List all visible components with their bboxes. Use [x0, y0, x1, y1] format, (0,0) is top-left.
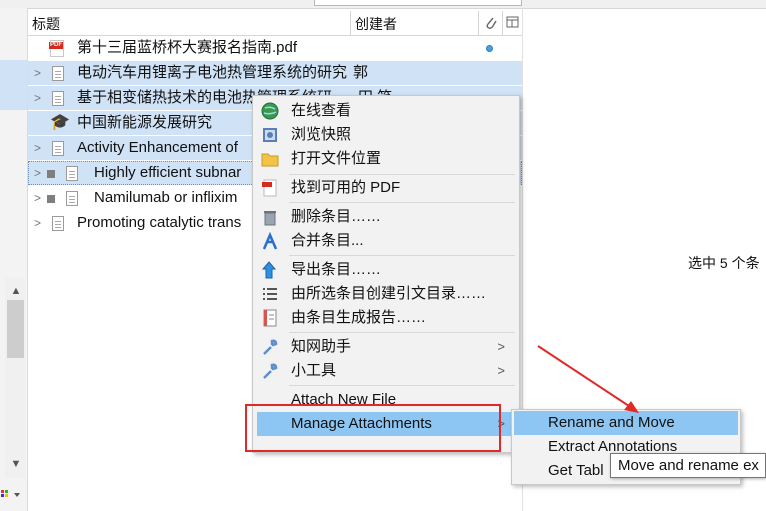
attachment-dot-icon [486, 45, 493, 52]
wrench-icon [263, 339, 278, 355]
column-creator[interactable]: 创建者 [355, 14, 397, 34]
item-title: 中国新能源发展研究 [77, 114, 213, 131]
tag-selector-icon[interactable] [0, 486, 24, 504]
item-title: Activity Enhancement of [77, 139, 238, 156]
menu-item-delete[interactable]: 删除条目…… [253, 205, 519, 229]
color-tag-icon [47, 195, 55, 203]
item-title: Promoting catalytic trans [77, 214, 242, 231]
selection-count-label: 选中 5 个条 [688, 255, 760, 271]
search-box[interactable] [314, 0, 522, 6]
document-icon [52, 216, 64, 231]
scroll-down-icon[interactable]: ▼ [6, 455, 26, 473]
trash-icon [264, 211, 276, 226]
chevron-right-icon[interactable]: > [34, 161, 44, 185]
menu-item-generate-report[interactable]: 由条目生成报告…… [253, 306, 519, 330]
column-picker-icon[interactable] [506, 16, 520, 30]
item-title: Namilumab or inflixim [94, 189, 238, 206]
menu-item-export[interactable]: 导出条目…… [253, 258, 519, 282]
collection-scrollbar-thumb[interactable] [7, 300, 24, 358]
wrench-icon [263, 363, 278, 379]
chevron-right-icon[interactable]: > [34, 86, 44, 110]
menu-item-find-pdf[interactable]: 找到可用的 PDF [253, 176, 519, 200]
menu-item-open-location[interactable]: 打开文件位置 [253, 147, 519, 171]
item-title: Highly efficient subnar [94, 164, 242, 181]
context-menu: 在线查看 浏览快照 打开文件位置 找到可用的 PDF 删除条目…… 合并条目..… [252, 95, 520, 453]
menu-item-view-snapshot[interactable]: 浏览快照 [253, 123, 519, 147]
item-row[interactable]: > 电动汽车用锂离子电池热管理系统的研究 郭 [28, 61, 522, 85]
item-title: 第十三届蓝桥杯大赛报名指南.pdf [77, 39, 298, 56]
thesis-icon: 🎓 [50, 114, 70, 131]
color-tag-icon [47, 170, 55, 178]
item-creator: 郭 [353, 64, 369, 81]
snapshot-icon [263, 128, 277, 142]
folder-icon [261, 153, 279, 167]
document-icon [52, 66, 64, 81]
document-icon [52, 141, 64, 156]
chevron-right-icon[interactable]: > [34, 136, 44, 160]
annotation-arrow [537, 345, 639, 413]
attachment-column-icon[interactable] [484, 15, 498, 31]
chevron-right-icon[interactable]: > [34, 211, 44, 235]
menu-item-merge[interactable]: 合并条目... [253, 229, 519, 253]
chevron-right-icon[interactable]: > [34, 186, 44, 210]
annotation-highlight-box [245, 404, 501, 452]
list-icon [263, 288, 277, 300]
document-icon [66, 166, 78, 181]
globe-icon [261, 102, 279, 120]
export-arrow-icon [261, 261, 277, 279]
pdf-icon [262, 179, 277, 197]
menu-item-create-bibliography[interactable]: 由所选条目创建引文目录…… [253, 282, 519, 306]
pdf-icon: PDF [49, 40, 64, 57]
column-title[interactable]: 标题 [32, 14, 60, 34]
tooltip: Move and rename ex [610, 453, 766, 478]
merge-icon [262, 232, 278, 250]
chevron-right-icon[interactable]: > [34, 61, 44, 85]
menu-item-view-online[interactable]: 在线查看 [253, 99, 519, 123]
report-icon [263, 309, 277, 327]
collection-selected-item[interactable] [0, 60, 27, 110]
item-title: 电动汽车用锂离子电池热管理系统的研究 [77, 64, 348, 81]
item-list-header: 标题 创建者 [28, 11, 522, 36]
document-icon [52, 91, 64, 106]
item-row[interactable]: PDF 第十三届蓝桥杯大赛报名指南.pdf [28, 36, 522, 60]
menu-item-tools[interactable]: 小工具 > [253, 359, 519, 383]
chevron-right-icon: > [497, 363, 505, 378]
document-icon [66, 191, 78, 206]
chevron-right-icon: > [497, 339, 505, 354]
menu-item-cnki-helper[interactable]: 知网助手 > [253, 335, 519, 359]
scroll-up-icon[interactable]: ▲ [6, 282, 26, 300]
